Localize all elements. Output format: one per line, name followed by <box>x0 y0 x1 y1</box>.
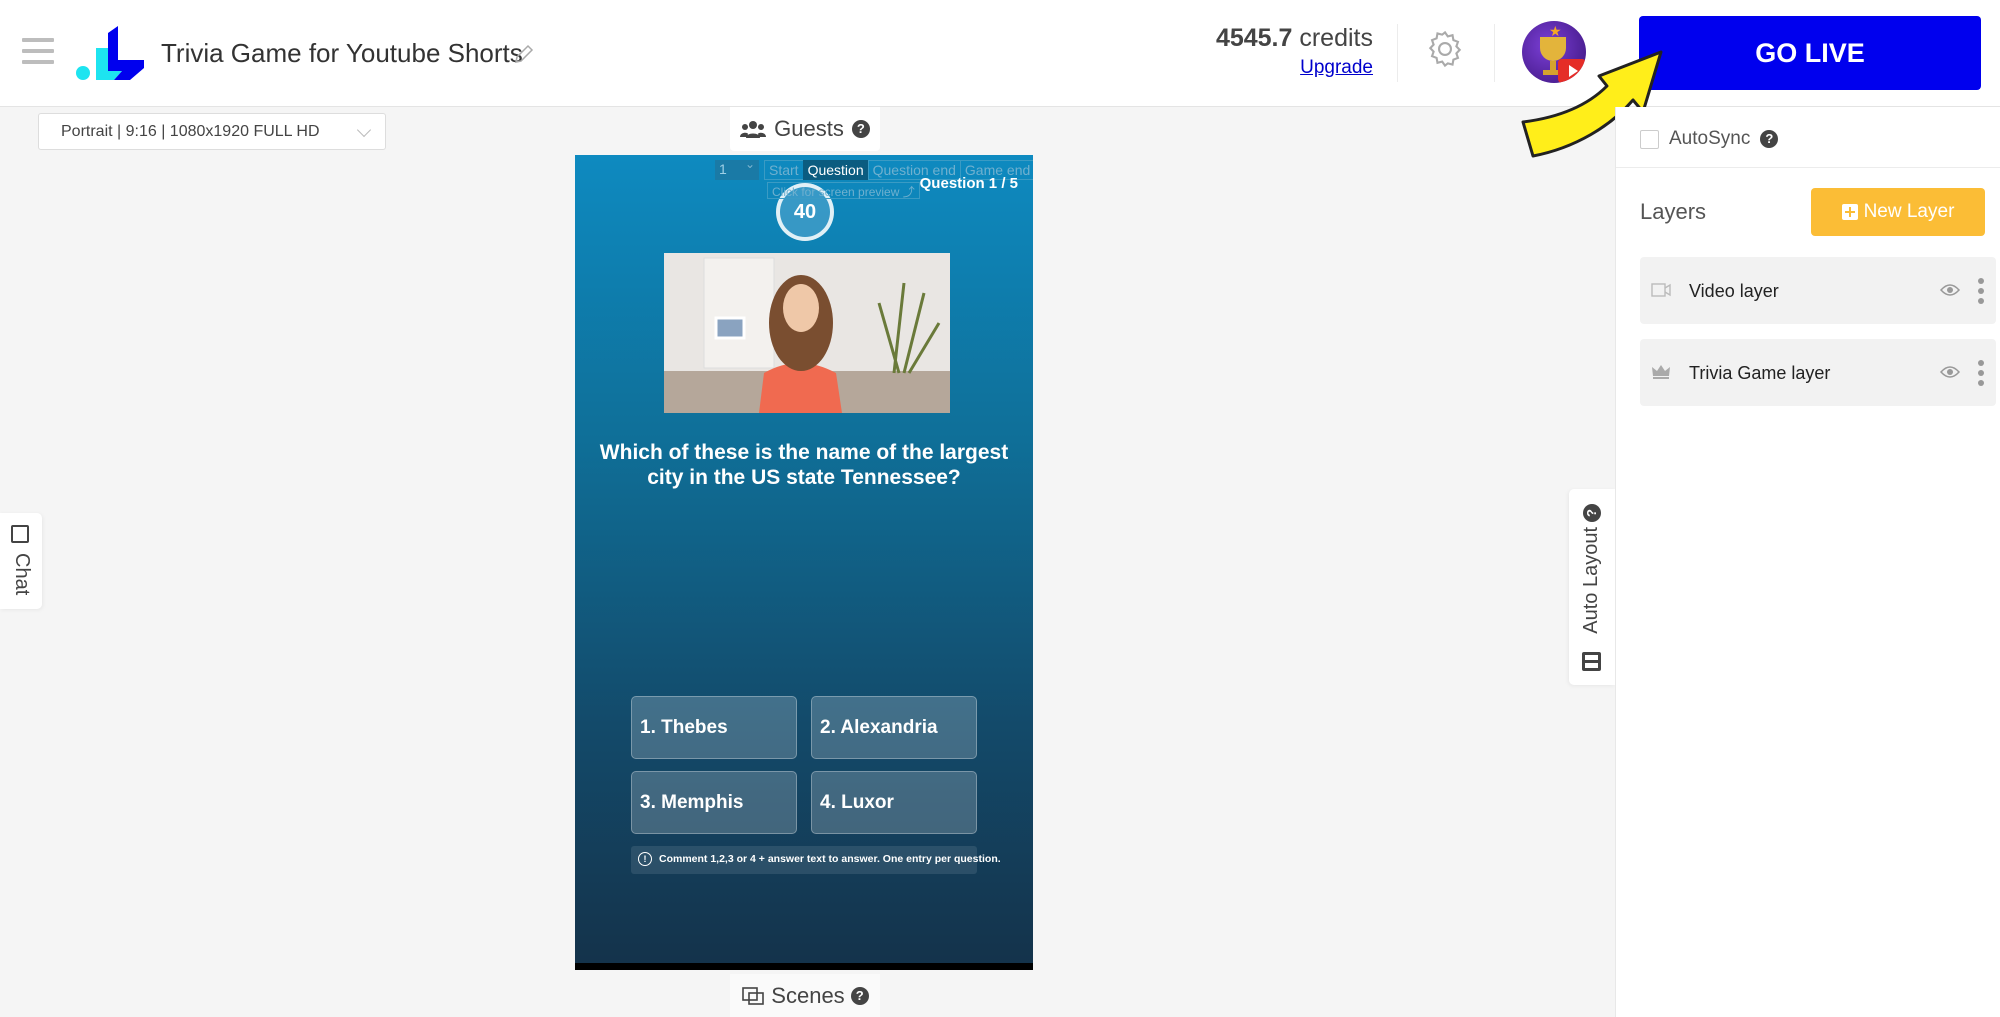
question-number-select[interactable]: 1 <box>715 157 759 180</box>
answer-option[interactable]: 1. Thebes <box>631 696 797 759</box>
more-options-icon[interactable] <box>1978 278 1984 304</box>
stage-tab-question[interactable]: Question <box>802 160 869 180</box>
crown-icon <box>1652 365 1670 379</box>
screen-preview-link[interactable]: Click for screen preview ⤴ <box>767 182 920 199</box>
credits-display: 4545.7 credits Upgrade <box>1216 24 1373 79</box>
autosync-checkbox[interactable] <box>1640 129 1659 149</box>
guests-label: Guests <box>774 116 844 141</box>
layer-item-trivia[interactable]: Trivia Game layer <box>1640 339 1996 406</box>
more-options-icon[interactable] <box>1978 360 1984 386</box>
layer-name: Trivia Game layer <box>1689 363 1831 383</box>
eye-icon[interactable] <box>1940 365 1960 379</box>
chat-tab[interactable]: Chat <box>0 513 42 609</box>
scenes-tab[interactable]: Scenes ? <box>730 974 880 1017</box>
stage-preview[interactable]: 1 Start Question Question end Game end 4… <box>575 155 1033 970</box>
layers-title: Layers <box>1640 199 1707 224</box>
guests-tab[interactable]: Guests ? <box>730 107 880 151</box>
go-live-button[interactable]: GO LIVE <box>1639 16 1981 90</box>
layer-name: Video layer <box>1689 281 1779 301</box>
format-select-value: Portrait | 9:16 | 1080x1920 FULL HD <box>61 123 320 140</box>
auto-layout-tab[interactable]: ? Auto Layout <box>1569 489 1615 685</box>
channel-avatar[interactable]: ★ <box>1522 21 1586 83</box>
credits-label: credits <box>1299 24 1373 52</box>
host-video <box>664 253 950 413</box>
gear-icon[interactable] <box>1424 28 1466 70</box>
right-panel: AutoSync ? Layers New Layer Video layer … <box>1615 107 2000 1017</box>
divider <box>1397 24 1398 82</box>
credits-amount: 4545.7 <box>1215 24 1293 52</box>
new-layer-button[interactable]: New Layer <box>1811 188 1985 236</box>
eye-icon[interactable] <box>1940 283 1960 297</box>
help-icon[interactable]: ? <box>850 986 869 1005</box>
autosync-row: AutoSync ? <box>1640 128 1779 150</box>
chat-label: Chat <box>11 553 33 596</box>
trophy-icon <box>1540 37 1566 61</box>
pencil-icon[interactable] <box>512 42 536 66</box>
help-icon[interactable]: ? <box>1760 130 1779 148</box>
scenes-icon <box>742 986 765 1005</box>
upgrade-link[interactable]: Upgrade <box>1216 57 1373 79</box>
answer-grid: 1. Thebes 2. Alexandria 3. Memphis 4. Lu… <box>631 696 977 834</box>
question-text: Which of these is the name of the larges… <box>599 441 1009 489</box>
users-icon <box>740 121 767 138</box>
video-camera-icon <box>1651 283 1671 297</box>
divider <box>1616 167 2000 168</box>
answer-instructions-text: Comment 1,2,3 or 4 + answer text to answ… <box>659 853 1001 865</box>
chat-bubble-icon <box>11 525 29 543</box>
answer-option[interactable]: 4. Luxor <box>811 771 977 834</box>
layer-item-video[interactable]: Video layer <box>1640 257 1996 324</box>
stage-tab-start[interactable]: Start <box>764 160 804 180</box>
top-bar: Trivia Game for Youtube Shorts 4545.7 cr… <box>0 0 2000 107</box>
app-logo <box>76 26 144 80</box>
layout-icon <box>1582 652 1601 671</box>
plus-square-icon <box>1841 204 1858 220</box>
project-title: Trivia Game for Youtube Shorts <box>161 38 523 68</box>
youtube-icon <box>1558 59 1586 83</box>
new-layer-label: New Layer <box>1863 201 1955 222</box>
help-icon[interactable]: ? <box>1583 504 1601 522</box>
autosync-label: AutoSync <box>1669 128 1751 149</box>
divider <box>1494 24 1495 82</box>
format-select[interactable]: Portrait | 9:16 | 1080x1920 FULL HD <box>38 113 386 150</box>
info-icon: ! <box>638 852 652 866</box>
chevron-down-icon <box>356 122 372 138</box>
answer-option[interactable]: 2. Alexandria <box>811 696 977 759</box>
help-icon[interactable]: ? <box>851 120 870 138</box>
question-counter: Question 1 / 5 <box>919 175 1018 192</box>
scenes-label: Scenes <box>771 982 845 1008</box>
answer-instructions: ! Comment 1,2,3 or 4 + answer text to an… <box>631 846 1001 874</box>
auto-layout-label: Auto Layout <box>1580 527 1602 634</box>
menu-icon[interactable] <box>22 38 54 66</box>
answer-option[interactable]: 3. Memphis <box>631 771 797 834</box>
